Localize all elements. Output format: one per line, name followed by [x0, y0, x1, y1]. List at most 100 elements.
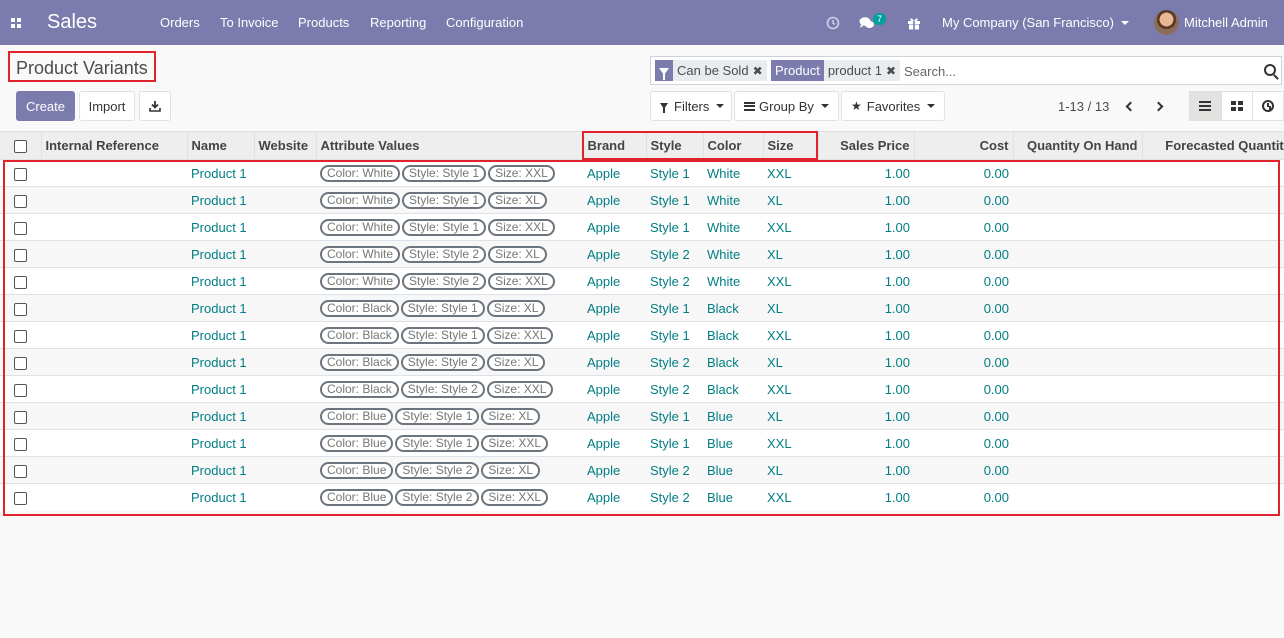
cell-name[interactable]: Product 1 [187, 267, 254, 295]
row-checkbox[interactable] [0, 240, 41, 268]
cell-color[interactable]: White [703, 159, 763, 187]
column-forecasted-quantity[interactable]: Forecasted Quantity [1141, 131, 1284, 160]
cell-color[interactable]: Black [703, 348, 763, 376]
table-row[interactable]: Product 1 Color: White Style: Style 2 Size:… [0, 267, 1284, 295]
cell-brand[interactable]: Apple [583, 159, 646, 187]
row-checkbox[interactable] [0, 375, 41, 403]
cell-size[interactable]: XXL [763, 321, 818, 349]
row-checkbox[interactable] [0, 294, 41, 322]
column-sales-price[interactable]: Sales Price [817, 131, 914, 160]
pager-next-button[interactable] [1152, 99, 1164, 113]
cell-style[interactable]: Style 1 [646, 159, 703, 187]
cell-brand[interactable]: Apple [583, 186, 646, 214]
column-internal-reference[interactable]: Internal Reference [40, 131, 187, 160]
cell-size[interactable]: XXL [763, 267, 818, 295]
cell-style[interactable]: Style 2 [646, 348, 703, 376]
cell-style[interactable]: Style 1 [646, 213, 703, 241]
cell-size[interactable]: XXL [763, 213, 818, 241]
cell-brand[interactable]: Apple [583, 348, 646, 376]
cell-name[interactable]: Product 1 [187, 213, 254, 241]
search-input[interactable] [904, 61, 1244, 81]
table-row[interactable]: Product 1 Color: Blue Style: Style 2 Size: … [0, 456, 1284, 484]
row-checkbox[interactable] [0, 267, 41, 295]
cell-size[interactable]: XL [763, 240, 818, 268]
list-view-button[interactable] [1189, 91, 1221, 121]
row-checkbox[interactable] [0, 456, 41, 484]
app-title[interactable]: Sales [47, 0, 97, 45]
table-row[interactable]: Product 1 Color: White Style: Style 1 Size:… [0, 186, 1284, 214]
cell-color[interactable]: Black [703, 375, 763, 403]
cell-style[interactable]: Style 2 [646, 456, 703, 484]
table-row[interactable]: Product 1 Color: Blue Style: Style 1 Size: … [0, 402, 1284, 430]
cell-name[interactable]: Product 1 [187, 429, 254, 457]
cell-color[interactable]: Black [703, 321, 763, 349]
cell-style[interactable]: Style 2 [646, 240, 703, 268]
cell-size[interactable]: XXL [763, 483, 818, 511]
row-checkbox[interactable] [0, 483, 41, 511]
cell-size[interactable]: XL [763, 402, 818, 430]
table-row[interactable]: Product 1 Color: White Style: Style 1 Size:… [0, 213, 1284, 241]
cell-color[interactable]: Black [703, 294, 763, 322]
cell-name[interactable]: Product 1 [187, 294, 254, 322]
favorites-dropdown[interactable]: ★ Favorites [841, 91, 945, 121]
column-quantity-on-hand[interactable]: Quantity On Hand [1012, 131, 1142, 160]
create-button[interactable]: Create [16, 91, 75, 121]
column-size[interactable]: Size [762, 131, 818, 160]
cell-color[interactable]: White [703, 267, 763, 295]
cell-style[interactable]: Style 1 [646, 294, 703, 322]
column-name[interactable]: Name [186, 131, 254, 160]
pager-previous-button[interactable] [1124, 99, 1136, 113]
cell-name[interactable]: Product 1 [187, 402, 254, 430]
cell-name[interactable]: Product 1 [187, 456, 254, 484]
cell-size[interactable]: XL [763, 348, 818, 376]
table-row[interactable]: Product 1 Color: Black Style: Style 2 Size:… [0, 375, 1284, 403]
cell-color[interactable]: Blue [703, 429, 763, 457]
row-checkbox[interactable] [0, 321, 41, 349]
close-icon[interactable]: ✖ [752, 60, 767, 81]
download-button[interactable] [139, 91, 171, 121]
column-cost[interactable]: Cost [913, 131, 1013, 160]
cell-size[interactable]: XXL [763, 429, 818, 457]
cell-brand[interactable]: Apple [583, 267, 646, 295]
table-row[interactable]: Product 1 Color: Black Style: Style 2 Size:… [0, 348, 1284, 376]
gift-icon[interactable] [907, 0, 921, 45]
apps-menu-icon[interactable] [11, 0, 21, 45]
cell-size[interactable]: XL [763, 294, 818, 322]
cell-size[interactable]: XXL [763, 159, 818, 187]
cell-brand[interactable]: Apple [583, 240, 646, 268]
company-switcher[interactable]: My Company (San Francisco) [942, 0, 1129, 45]
cell-size[interactable]: XL [763, 186, 818, 214]
menu-configuration[interactable]: Configuration [446, 0, 523, 45]
column-website[interactable]: Website [253, 131, 316, 160]
cell-size[interactable]: XXL [763, 375, 818, 403]
menu-products[interactable]: Products [298, 0, 349, 45]
cell-name[interactable]: Product 1 [187, 483, 254, 511]
activity-view-button[interactable] [1252, 91, 1284, 121]
cell-color[interactable]: Blue [703, 402, 763, 430]
pager-value[interactable]: 1-13 / 13 [1058, 99, 1109, 114]
column-attribute-values[interactable]: Attribute Values [315, 131, 583, 160]
table-row[interactable]: Product 1 Color: White Style: Style 2 Size:… [0, 240, 1284, 268]
table-row[interactable]: Product 1 Color: Black Style: Style 1 Size:… [0, 294, 1284, 322]
cell-brand[interactable]: Apple [583, 456, 646, 484]
cell-style[interactable]: Style 1 [646, 402, 703, 430]
menu-orders[interactable]: Orders [160, 0, 200, 45]
cell-color[interactable]: Blue [703, 456, 763, 484]
column-brand[interactable]: Brand [582, 131, 646, 160]
cell-name[interactable]: Product 1 [187, 240, 254, 268]
cell-style[interactable]: Style 1 [646, 186, 703, 214]
cell-brand[interactable]: Apple [583, 483, 646, 511]
cell-name[interactable]: Product 1 [187, 321, 254, 349]
cell-brand[interactable]: Apple [583, 375, 646, 403]
cell-size[interactable]: XL [763, 456, 818, 484]
row-checkbox[interactable] [0, 402, 41, 430]
table-row[interactable]: Product 1 Color: Black Style: Style 1 Size:… [0, 321, 1284, 349]
cell-style[interactable]: Style 2 [646, 375, 703, 403]
cell-style[interactable]: Style 1 [646, 321, 703, 349]
table-row[interactable]: Product 1 Color: Blue Style: Style 1 Size: … [0, 429, 1284, 457]
cell-brand[interactable]: Apple [583, 429, 646, 457]
cell-name[interactable]: Product 1 [187, 375, 254, 403]
menu-to-invoice[interactable]: To Invoice [220, 0, 279, 45]
cell-style[interactable]: Style 2 [646, 483, 703, 511]
cell-color[interactable]: White [703, 240, 763, 268]
